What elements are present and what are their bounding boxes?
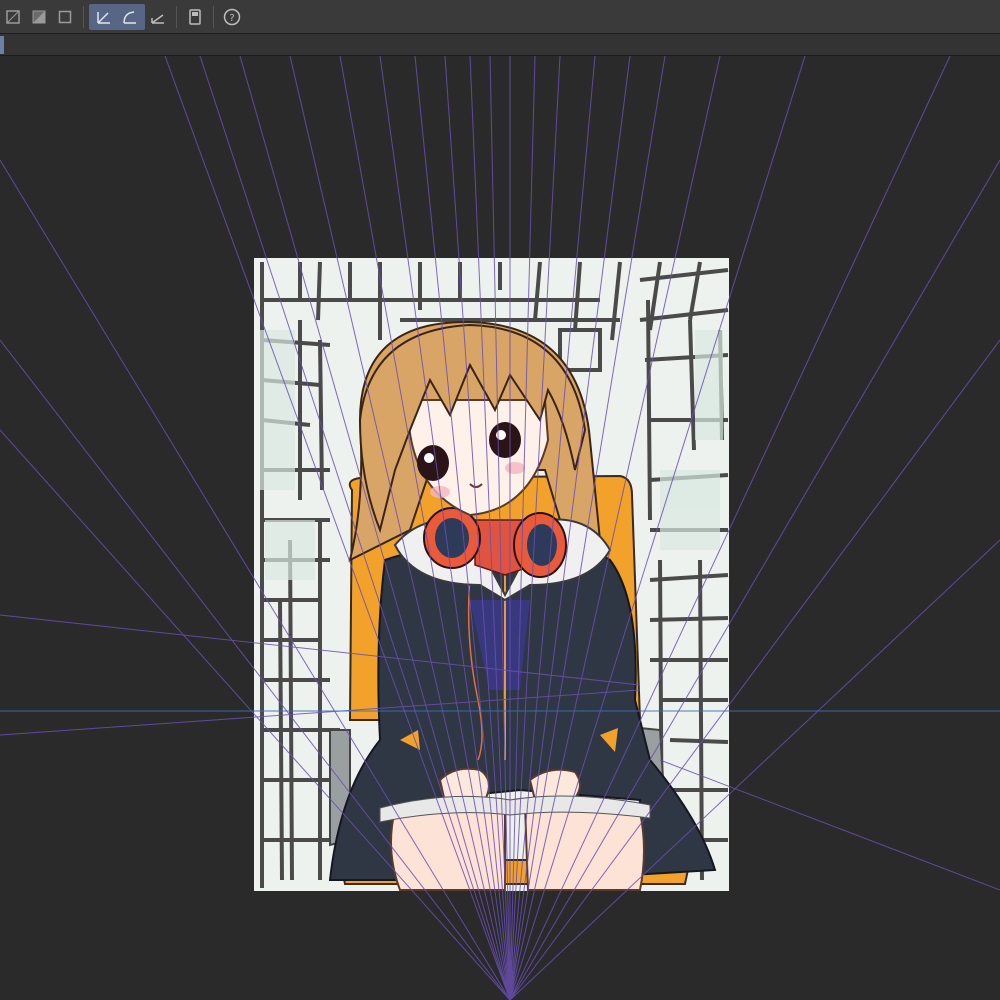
snap-group [89,3,145,30]
canvas-workspace[interactable] [0,56,1000,1000]
blush-right [505,462,525,474]
tool-property-toolbar: ? [0,0,1000,34]
perspective-ruler-lines[interactable] [0,56,1000,1000]
toolbar-divider [83,5,84,28]
show-area-icon[interactable] [54,6,76,28]
ruler-snap-icon[interactable] [93,6,115,28]
canvas-svg [0,56,1000,1000]
perspective-ruler-icon[interactable] [147,6,169,28]
mask-in-icon[interactable] [28,6,50,28]
special-ruler-snap-icon[interactable] [119,6,141,28]
panel-marker [0,36,4,54]
left-eye [417,445,449,481]
help-icon[interactable]: ? [221,6,243,28]
right-eye [489,422,521,458]
svg-text:?: ? [229,13,234,24]
toolbar-divider [213,5,214,28]
toolbar-divider [176,5,177,28]
device-icon[interactable] [184,6,206,28]
mask-out-icon[interactable] [2,6,24,28]
sub-toolbar [0,34,1000,56]
